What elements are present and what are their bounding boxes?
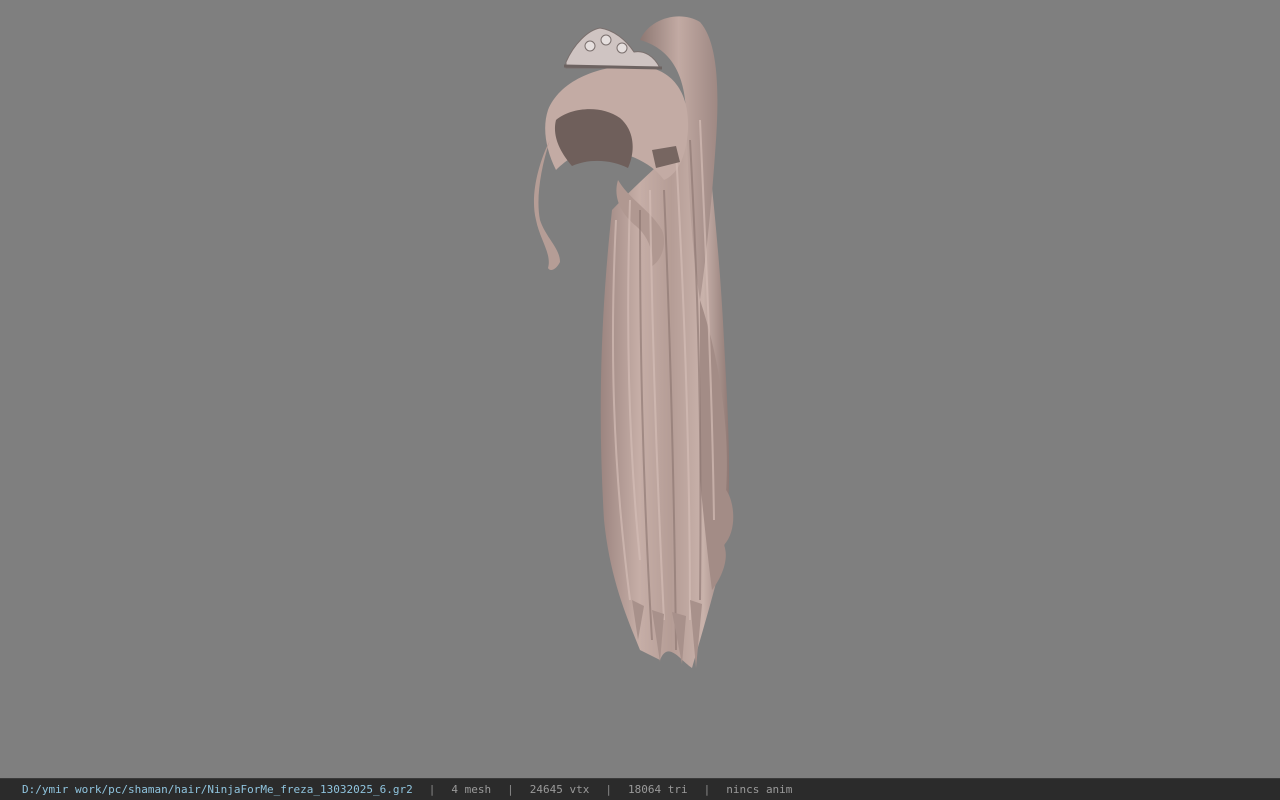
status-separator: |	[507, 783, 514, 796]
status-bar: D:/ymir work/pc/shaman/hair/NinjaForMe_f…	[0, 778, 1280, 800]
3d-viewport[interactable]	[0, 0, 1280, 778]
mesh-count-label: 4 mesh	[451, 783, 492, 796]
triangle-count-label: 18064 tri	[627, 783, 688, 796]
vertex-count-label: 24645 vtx	[529, 783, 590, 796]
anim-status-label: nincs anim	[726, 783, 793, 796]
status-separator: |	[703, 783, 711, 796]
status-separator: |	[605, 783, 612, 796]
model-viewer-window: D:/ymir work/pc/shaman/hair/NinjaForMe_f…	[0, 0, 1280, 800]
file-path-label: D:/ymir work/pc/shaman/hair/NinjaForMe_f…	[22, 783, 413, 796]
hair-model-render[interactable]	[0, 0, 1280, 778]
status-separator: |	[428, 783, 436, 796]
